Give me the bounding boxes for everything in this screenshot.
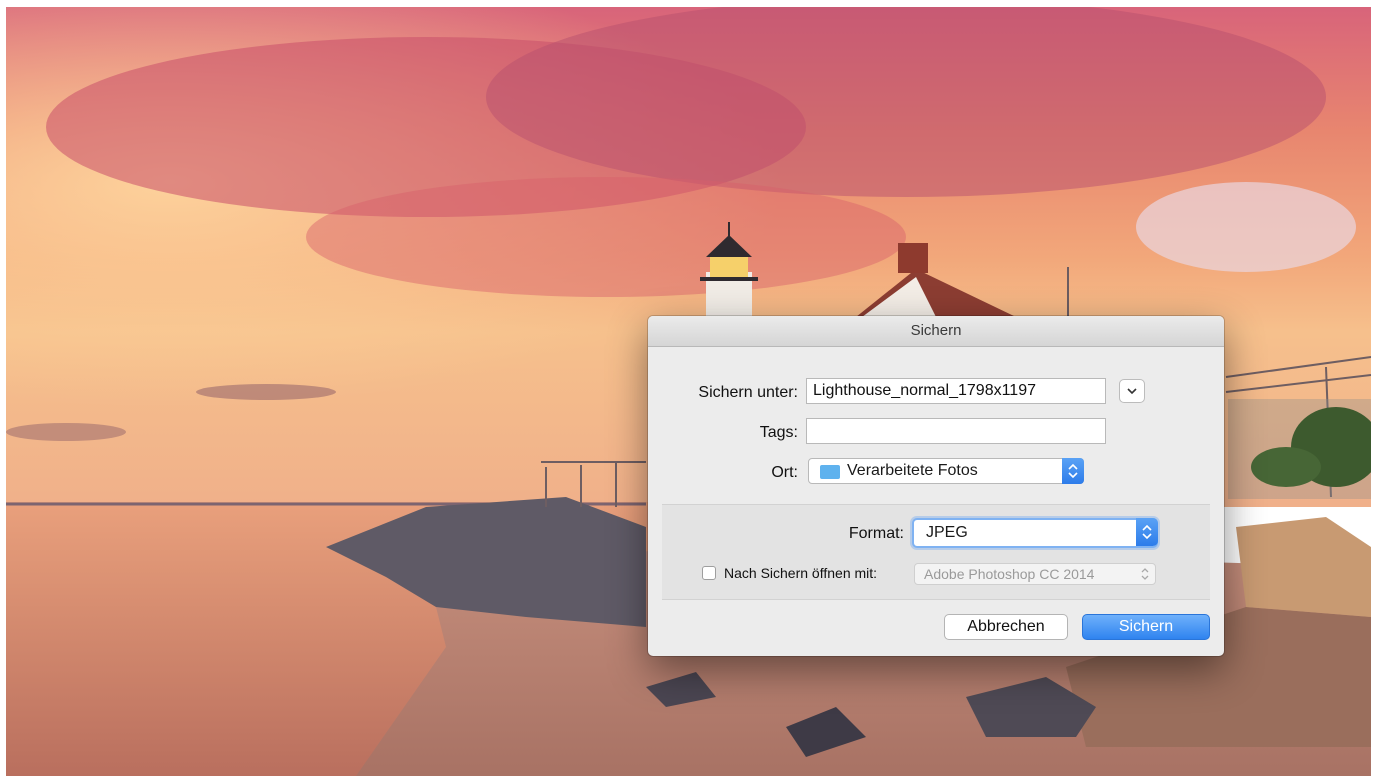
save-dialog: Sichern Sichern unter: Lighthouse_normal…	[648, 316, 1224, 656]
open-after-save-checkbox[interactable]	[702, 566, 716, 580]
dialog-title: Sichern	[648, 316, 1224, 347]
format-label: Format:	[848, 525, 904, 542]
format-value: JPEG	[926, 524, 968, 541]
tags-field[interactable]	[806, 418, 1106, 444]
expand-dialog-button[interactable]	[1119, 379, 1145, 403]
open-with-app-value: Adobe Photoshop CC 2014	[924, 566, 1095, 582]
folder-icon	[820, 465, 840, 479]
save-as-label: Sichern unter:	[698, 384, 798, 401]
popup-stepper-icon	[1136, 518, 1158, 546]
location-popup[interactable]: Verarbeitete Fotos	[808, 458, 1084, 484]
format-popup[interactable]: JPEG	[912, 518, 1158, 548]
cancel-button[interactable]: Abbrechen	[944, 614, 1068, 640]
tags-label: Tags:	[759, 424, 798, 441]
popup-stepper-icon	[1139, 565, 1151, 588]
save-as-field[interactable]: Lighthouse_normal_1798x1197	[806, 378, 1106, 404]
chevron-down-icon	[1127, 388, 1137, 395]
open-after-save-label: Nach Sichern öffnen mit:	[724, 565, 878, 581]
open-with-app-popup[interactable]: Adobe Photoshop CC 2014	[914, 563, 1156, 585]
location-label: Ort:	[771, 464, 798, 481]
location-value: Verarbeitete Fotos	[847, 462, 978, 479]
save-button[interactable]: Sichern	[1082, 614, 1210, 640]
popup-stepper-icon	[1062, 458, 1084, 484]
